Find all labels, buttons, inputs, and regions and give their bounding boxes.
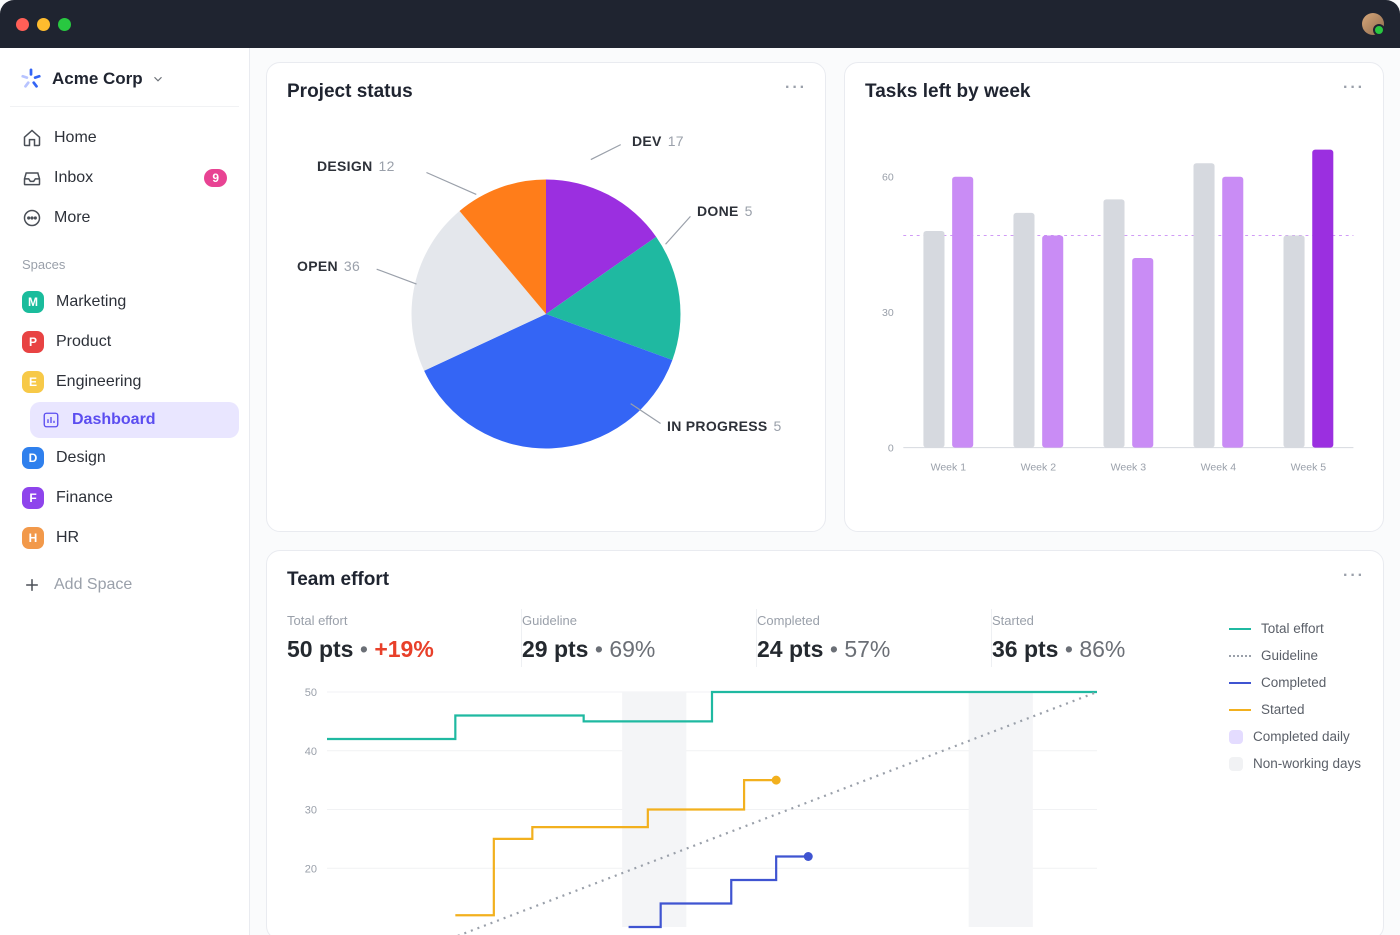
nav-home-label: Home (54, 129, 97, 147)
tasks-by-week-menu-button[interactable]: ··· (1343, 79, 1365, 97)
nav-inbox[interactable]: Inbox 9 (10, 159, 239, 197)
team-effort-line-chart: 20 30 40 50 (287, 687, 1107, 935)
space-badge-icon: F (22, 487, 44, 509)
tasks-by-week-title: Tasks left by week (865, 81, 1363, 103)
maximize-window-button[interactable] (58, 18, 71, 31)
tasks-by-week-bar-chart: 0 30 60 Week 1 Week 2 Week 3 Week 4 Week 5 (865, 103, 1363, 505)
project-status-menu-button[interactable]: ··· (785, 79, 807, 97)
space-name: Engineering (56, 373, 141, 391)
close-window-button[interactable] (16, 18, 29, 31)
tasks-by-week-card: Tasks left by week ··· 0 30 60 Week 1 Week 2… (844, 62, 1384, 532)
spaces-section-label: Spaces (10, 239, 239, 280)
space-name: HR (56, 529, 79, 547)
effort-stat-completed: Completed 24 pts • 57% (757, 609, 992, 667)
space-name: Finance (56, 489, 113, 507)
effort-stat-started: Started 36 pts • 86% (992, 609, 1227, 667)
nav-more[interactable]: More (10, 199, 239, 237)
effort-stat-value: 36 pts • 86% (992, 636, 1227, 663)
legend-total-effort: Total effort (1261, 621, 1324, 636)
svg-text:Week 1: Week 1 (931, 462, 967, 474)
nav-home[interactable]: Home (10, 119, 239, 157)
effort-stat-value: 50 pts • +19% (287, 636, 521, 663)
svg-text:40: 40 (305, 746, 317, 758)
effort-stat-label: Guideline (522, 613, 756, 628)
space-name: Marketing (56, 293, 126, 311)
nav-more-label: More (54, 209, 90, 227)
more-icon (22, 208, 42, 228)
space-child-dashboard[interactable]: Dashboard (30, 402, 239, 438)
add-space-label: Add Space (54, 576, 132, 594)
svg-text:50: 50 (305, 687, 317, 699)
main-content: Project status ··· DEV17 DONE5 IN PROGRESS… (250, 48, 1400, 935)
svg-text:30: 30 (305, 805, 317, 817)
home-icon (22, 128, 42, 148)
space-item-design[interactable]: D Design (10, 438, 239, 478)
effort-stat-value: 29 pts • 69% (522, 636, 756, 663)
inbox-badge: 9 (204, 169, 227, 187)
team-effort-title: Team effort (287, 569, 1363, 591)
effort-stat-value: 24 pts • 57% (757, 636, 991, 663)
plus-icon (22, 575, 42, 595)
space-item-engineering[interactable]: E Engineering (10, 362, 239, 402)
effort-stat-label: Started (992, 613, 1227, 628)
chevron-down-icon (151, 72, 165, 86)
team-effort-menu-button[interactable]: ··· (1343, 567, 1365, 585)
user-avatar[interactable] (1362, 13, 1384, 35)
effort-stat-total-effort: Total effort 50 pts • +19% (287, 609, 522, 667)
space-item-marketing[interactable]: M Marketing (10, 282, 239, 322)
pie-label-done: DONE5 (697, 203, 753, 219)
add-space-button[interactable]: Add Space (10, 566, 239, 604)
pie-label-open: OPEN36 (297, 258, 360, 274)
space-badge-icon: D (22, 447, 44, 469)
space-badge-icon: P (22, 331, 44, 353)
project-status-title: Project status (287, 81, 805, 103)
space-name: Product (56, 333, 111, 351)
legend-guideline: Guideline (1261, 648, 1318, 663)
space-child-label: Dashboard (72, 411, 156, 429)
pie-label-in-progress: IN PROGRESS5 (667, 418, 782, 434)
svg-text:Week 4: Week 4 (1201, 462, 1237, 474)
sidebar: Acme Corp Home Inbox 9 More Spaces M Mar… (0, 48, 250, 935)
space-badge-icon: E (22, 371, 44, 393)
dashboard-icon (42, 411, 60, 429)
effort-stat-label: Total effort (287, 613, 521, 628)
workspace-switcher[interactable]: Acme Corp (10, 62, 239, 107)
effort-stat-label: Completed (757, 613, 991, 628)
space-item-product[interactable]: P Product (10, 322, 239, 362)
pie-label-dev: DEV17 (632, 133, 684, 149)
space-name: Design (56, 449, 106, 467)
window-titlebar (0, 0, 1400, 48)
effort-stat-guideline: Guideline 29 pts • 69% (522, 609, 757, 667)
svg-text:Week 3: Week 3 (1111, 462, 1147, 474)
inbox-icon (22, 168, 42, 188)
space-badge-icon: M (22, 291, 44, 313)
svg-text:0: 0 (888, 442, 894, 454)
team-effort-card: Team effort ··· Total effort 50 pts • +1… (266, 550, 1384, 935)
workspace-name: Acme Corp (52, 69, 143, 89)
svg-text:30: 30 (882, 307, 894, 319)
nav-inbox-label: Inbox (54, 169, 93, 187)
workspace-logo-icon (20, 68, 42, 90)
svg-text:Week 2: Week 2 (1021, 462, 1057, 474)
pie-label-design: DESIGN12 (317, 158, 395, 174)
space-item-finance[interactable]: F Finance (10, 478, 239, 518)
project-status-card: Project status ··· DEV17 DONE5 IN PROGRESS… (266, 62, 826, 532)
svg-text:20: 20 (305, 863, 317, 875)
svg-text:Week 5: Week 5 (1291, 462, 1327, 474)
minimize-window-button[interactable] (37, 18, 50, 31)
svg-text:60: 60 (882, 172, 894, 184)
space-badge-icon: H (22, 527, 44, 549)
window-controls (16, 18, 71, 31)
space-item-hr[interactable]: H HR (10, 518, 239, 558)
